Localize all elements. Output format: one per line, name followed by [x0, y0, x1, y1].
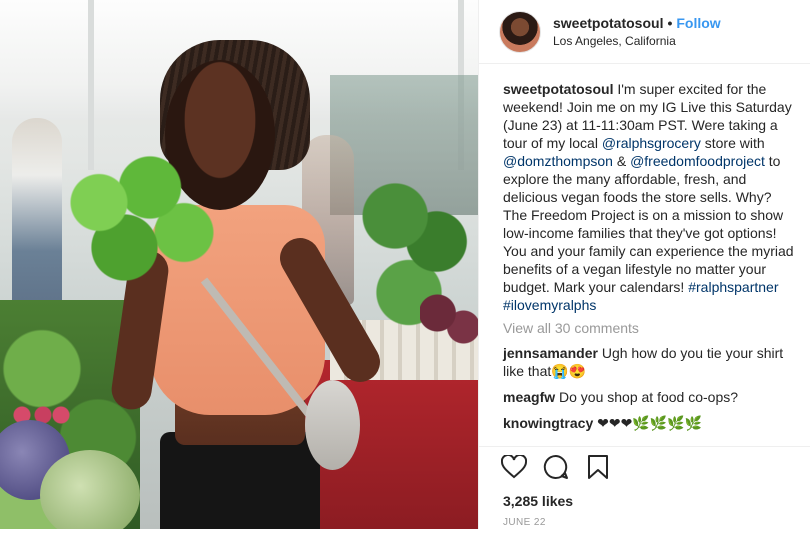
post-date[interactable]: JUNE 22 — [479, 509, 810, 528]
comment-item: meagfw Do you shop at food co-ops? — [503, 388, 798, 406]
comment-bubble-icon[interactable] — [543, 454, 569, 480]
caption-link[interactable]: @ralphsgrocery — [602, 135, 701, 151]
comment-text: ❤❤❤🌿🌿🌿🌿 — [593, 415, 703, 431]
follow-button[interactable]: Follow — [676, 15, 720, 31]
post-actions: 3,285 likes JUNE 22 — [479, 446, 810, 536]
comment-username[interactable]: jennsamander — [503, 345, 598, 361]
parsley-bunch — [48, 150, 218, 300]
caption-text: I'm super excited for the weekend! Join … — [503, 81, 797, 313]
comment-text: Do you shop at food co-ops? — [555, 389, 739, 405]
caption: sweetpotatosoul I'm super excited for th… — [503, 80, 798, 314]
caption-segment: store with — [700, 135, 769, 151]
username-link[interactable]: sweetpotatosoul — [553, 15, 663, 31]
header-text: sweetpotatosoul • Follow Los Angeles, Cali… — [553, 15, 721, 48]
caption-segment: to explore the many affordable, fresh, a… — [503, 153, 798, 295]
instagram-post: sweetpotatosoul • Follow Los Angeles, Cali… — [0, 0, 810, 529]
location-link[interactable]: Los Angeles, California — [553, 34, 721, 48]
comments-section[interactable]: sweetpotatosoul I'm super excited for th… — [479, 64, 810, 446]
caption-segment: & — [612, 153, 631, 169]
crossbody-bag — [305, 380, 360, 470]
caption-link[interactable]: @freedomfoodproject — [630, 153, 765, 169]
caption-link[interactable]: #ilovemyralphs — [503, 297, 596, 313]
caption-segment — [779, 279, 783, 295]
comment-item: jennsamander Ugh how do you tie your shi… — [503, 344, 798, 380]
comment-item: knowingtracy ❤❤❤🌿🌿🌿🌿 — [503, 414, 798, 432]
bookmark-icon[interactable] — [585, 454, 611, 480]
comment-list: jennsamander Ugh how do you tie your shi… — [503, 344, 798, 432]
heart-icon[interactable] — [501, 454, 527, 480]
comment-username[interactable]: knowingtracy — [503, 415, 593, 431]
view-all-comments-link[interactable]: View all 30 comments — [503, 320, 798, 336]
caption-username[interactable]: sweetpotatosoul — [503, 81, 613, 97]
caption-link[interactable]: @domzthompson — [503, 153, 613, 169]
separator-dot: • — [667, 15, 673, 31]
beets — [420, 285, 478, 355]
post-side-panel: sweetpotatosoul • Follow Los Angeles, Cali… — [478, 0, 810, 529]
comment-username[interactable]: meagfw — [503, 389, 555, 405]
avatar[interactable] — [499, 10, 541, 53]
caption-link[interactable]: #ralphspartner — [688, 279, 778, 295]
action-icons — [479, 447, 810, 479]
tent-pole — [88, 0, 94, 170]
header-line: sweetpotatosoul • Follow — [553, 15, 721, 31]
likes-count[interactable]: 3,285 likes — [479, 479, 810, 509]
post-photo[interactable] — [0, 0, 478, 529]
woman-legs — [160, 432, 320, 529]
post-header: sweetpotatosoul • Follow Los Angeles, Cali… — [479, 0, 810, 64]
